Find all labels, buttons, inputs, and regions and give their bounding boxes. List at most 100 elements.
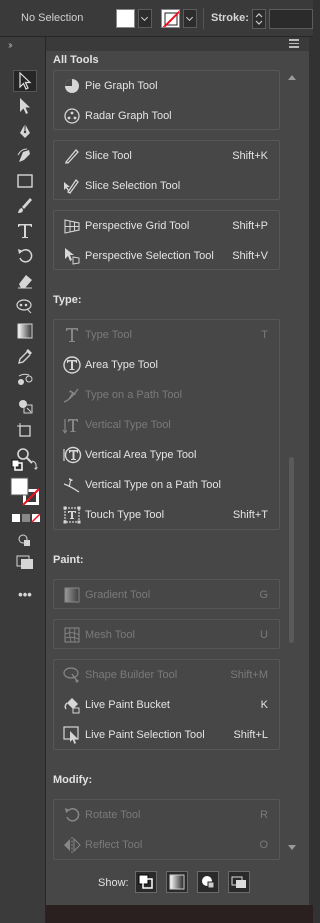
- blend-tool-icon[interactable]: [13, 370, 37, 392]
- scrollbar-thumb[interactable]: [289, 457, 294, 643]
- shape-builder-tools-group: Shape Builder Tool Shift+M Live Paint Bu…: [53, 659, 280, 750]
- panel-menu-icon[interactable]: [289, 39, 299, 48]
- show-gradient-icon[interactable]: [166, 871, 188, 893]
- tool-name: Vertical Area Type Tool: [85, 449, 197, 461]
- scroll-up-arrow[interactable]: [288, 75, 296, 80]
- tool-shortcut: R: [260, 809, 268, 821]
- stroke-label: Stroke:: [211, 12, 249, 24]
- tool-name: Shape Builder Tool: [85, 669, 178, 681]
- show-fill-stroke-icon[interactable]: [135, 871, 157, 893]
- panel-title: All Tools: [53, 54, 99, 66]
- scroll-down-arrow[interactable]: [288, 845, 296, 850]
- tool-row-live-paint-selection[interactable]: Live Paint Selection Tool Shift+L: [54, 720, 279, 750]
- panel-header: [46, 37, 309, 51]
- radar-graph-icon: [62, 106, 82, 126]
- tool-shortcut: O: [259, 839, 268, 851]
- tool-row-reflect[interactable]: Reflect Tool O: [54, 830, 279, 860]
- vertical-type-icon: [62, 415, 82, 435]
- tool-row-mesh[interactable]: Mesh Tool U: [54, 620, 279, 650]
- slice-selection-icon: [62, 176, 82, 196]
- perspective-tools-group: Perspective Grid Tool Shift+P Perspectiv…: [53, 210, 280, 270]
- screen-mode-icon[interactable]: [13, 551, 37, 573]
- rotate-tool-icon[interactable]: [13, 245, 37, 267]
- tool-row-vertical-type[interactable]: Vertical Type Tool: [54, 410, 279, 440]
- tool-row-shape-builder[interactable]: Shape Builder Tool Shift+M: [54, 660, 279, 690]
- pen-tool-icon[interactable]: [13, 120, 37, 142]
- tool-row-slice-selection[interactable]: Slice Selection Tool: [54, 171, 279, 201]
- tool-row-type[interactable]: Type Tool T: [54, 320, 279, 350]
- tool-shortcut: Shift+M: [230, 669, 268, 681]
- tool-name: Type on a Path Tool: [85, 389, 183, 401]
- tool-name: Rotate Tool: [85, 809, 141, 821]
- puppet-warp-tool-icon[interactable]: [13, 295, 37, 317]
- tool-row-live-paint-bucket[interactable]: Live Paint Bucket K: [54, 690, 279, 720]
- collapse-chevrons-icon[interactable]: ››: [8, 40, 12, 51]
- eyedropper-tool-icon[interactable]: [13, 345, 37, 367]
- gradient-tool-icon[interactable]: [13, 320, 37, 342]
- slice-icon: [62, 146, 82, 166]
- tool-name: Live Paint Bucket: [85, 699, 170, 711]
- type-tool-icon[interactable]: [13, 220, 37, 242]
- tool-shortcut: Shift+P: [232, 220, 268, 232]
- mesh-tools-group: Mesh Tool U: [53, 619, 280, 649]
- tool-row-vertical-type-on-path[interactable]: Vertical Type on a Path Tool: [54, 470, 279, 500]
- show-screen-mode-icon[interactable]: [228, 871, 250, 893]
- tool-row-type-on-path[interactable]: Type on a Path Tool: [54, 380, 279, 410]
- tool-row-radar-graph[interactable]: Radar Graph Tool: [54, 101, 279, 131]
- selection-status: No Selection: [21, 12, 84, 24]
- shape-builder-tool-icon[interactable]: [13, 395, 37, 417]
- stroke-weight-stepper[interactable]: [252, 9, 266, 29]
- touch-type-icon: [62, 505, 82, 525]
- gradient-tools-group: Gradient Tool G: [53, 579, 280, 609]
- divider: [203, 8, 204, 29]
- selection-tool-icon[interactable]: [13, 70, 37, 92]
- stroke-dropdown[interactable]: [183, 9, 197, 28]
- tool-row-rotate[interactable]: Rotate Tool R: [54, 800, 279, 830]
- tool-name: Area Type Tool: [85, 359, 158, 371]
- rectangle-tool-icon[interactable]: [13, 170, 37, 192]
- stroke-swatch[interactable]: [161, 9, 180, 28]
- show-draw-mode-icon[interactable]: [197, 871, 219, 893]
- direct-selection-tool-icon[interactable]: [13, 95, 37, 117]
- tool-name: Type Tool: [85, 329, 132, 341]
- tool-row-vertical-area-type[interactable]: Vertical Area Type Tool: [54, 440, 279, 470]
- artboard-tool-icon[interactable]: [13, 420, 37, 442]
- tool-name: Pie Graph Tool: [85, 80, 158, 92]
- modify-section-title: Modify:: [53, 774, 93, 786]
- tool-name: Gradient Tool: [85, 589, 151, 601]
- edit-toolbar-icon[interactable]: •••: [13, 583, 37, 605]
- tool-shortcut: Shift+K: [232, 150, 268, 162]
- tool-name: Slice Tool: [85, 150, 132, 162]
- default-fill-stroke-icon[interactable]: [10, 457, 40, 473]
- tool-name: Reflect Tool: [85, 839, 143, 851]
- paintbrush-tool-icon[interactable]: [13, 195, 37, 217]
- tool-row-touch-type[interactable]: Touch Type Tool Shift+T: [54, 500, 279, 530]
- eraser-tool-icon[interactable]: [13, 270, 37, 292]
- rotate-icon: [62, 805, 82, 825]
- tool-row-perspective-grid[interactable]: Perspective Grid Tool Shift+P: [54, 211, 279, 241]
- stroke-weight-input[interactable]: [269, 9, 313, 29]
- tool-name: Vertical Type Tool: [85, 419, 171, 431]
- vertical-area-type-icon: [62, 445, 82, 465]
- tool-row-pie-graph[interactable]: Pie Graph Tool: [54, 71, 279, 101]
- draw-mode-icon[interactable]: [13, 529, 37, 551]
- tool-name: Perspective Selection Tool: [85, 250, 214, 262]
- fill-stroke-swatch-icon[interactable]: [9, 477, 41, 507]
- pie-graph-icon: [62, 76, 82, 96]
- gradient-icon: [62, 585, 82, 605]
- canvas-edge: [46, 905, 313, 923]
- fill-swatch[interactable]: [116, 9, 135, 28]
- fill-dropdown[interactable]: [138, 9, 152, 28]
- tool-row-perspective-selection[interactable]: Perspective Selection Tool Shift+V: [54, 241, 279, 271]
- curvature-tool-icon[interactable]: [13, 145, 37, 167]
- tool-name: Vertical Type on a Path Tool: [85, 479, 221, 491]
- tool-row-gradient[interactable]: Gradient Tool G: [54, 580, 279, 610]
- tool-name: Live Paint Selection Tool: [85, 729, 205, 741]
- tool-row-area-type[interactable]: Area Type Tool: [54, 350, 279, 380]
- tool-shortcut: Shift+V: [232, 250, 268, 262]
- show-label: Show:: [98, 877, 129, 889]
- tool-shortcut: Shift+L: [233, 729, 268, 741]
- color-mode-icons[interactable]: [11, 512, 41, 524]
- type-icon: [62, 325, 82, 345]
- tool-row-slice[interactable]: Slice Tool Shift+K: [54, 141, 279, 171]
